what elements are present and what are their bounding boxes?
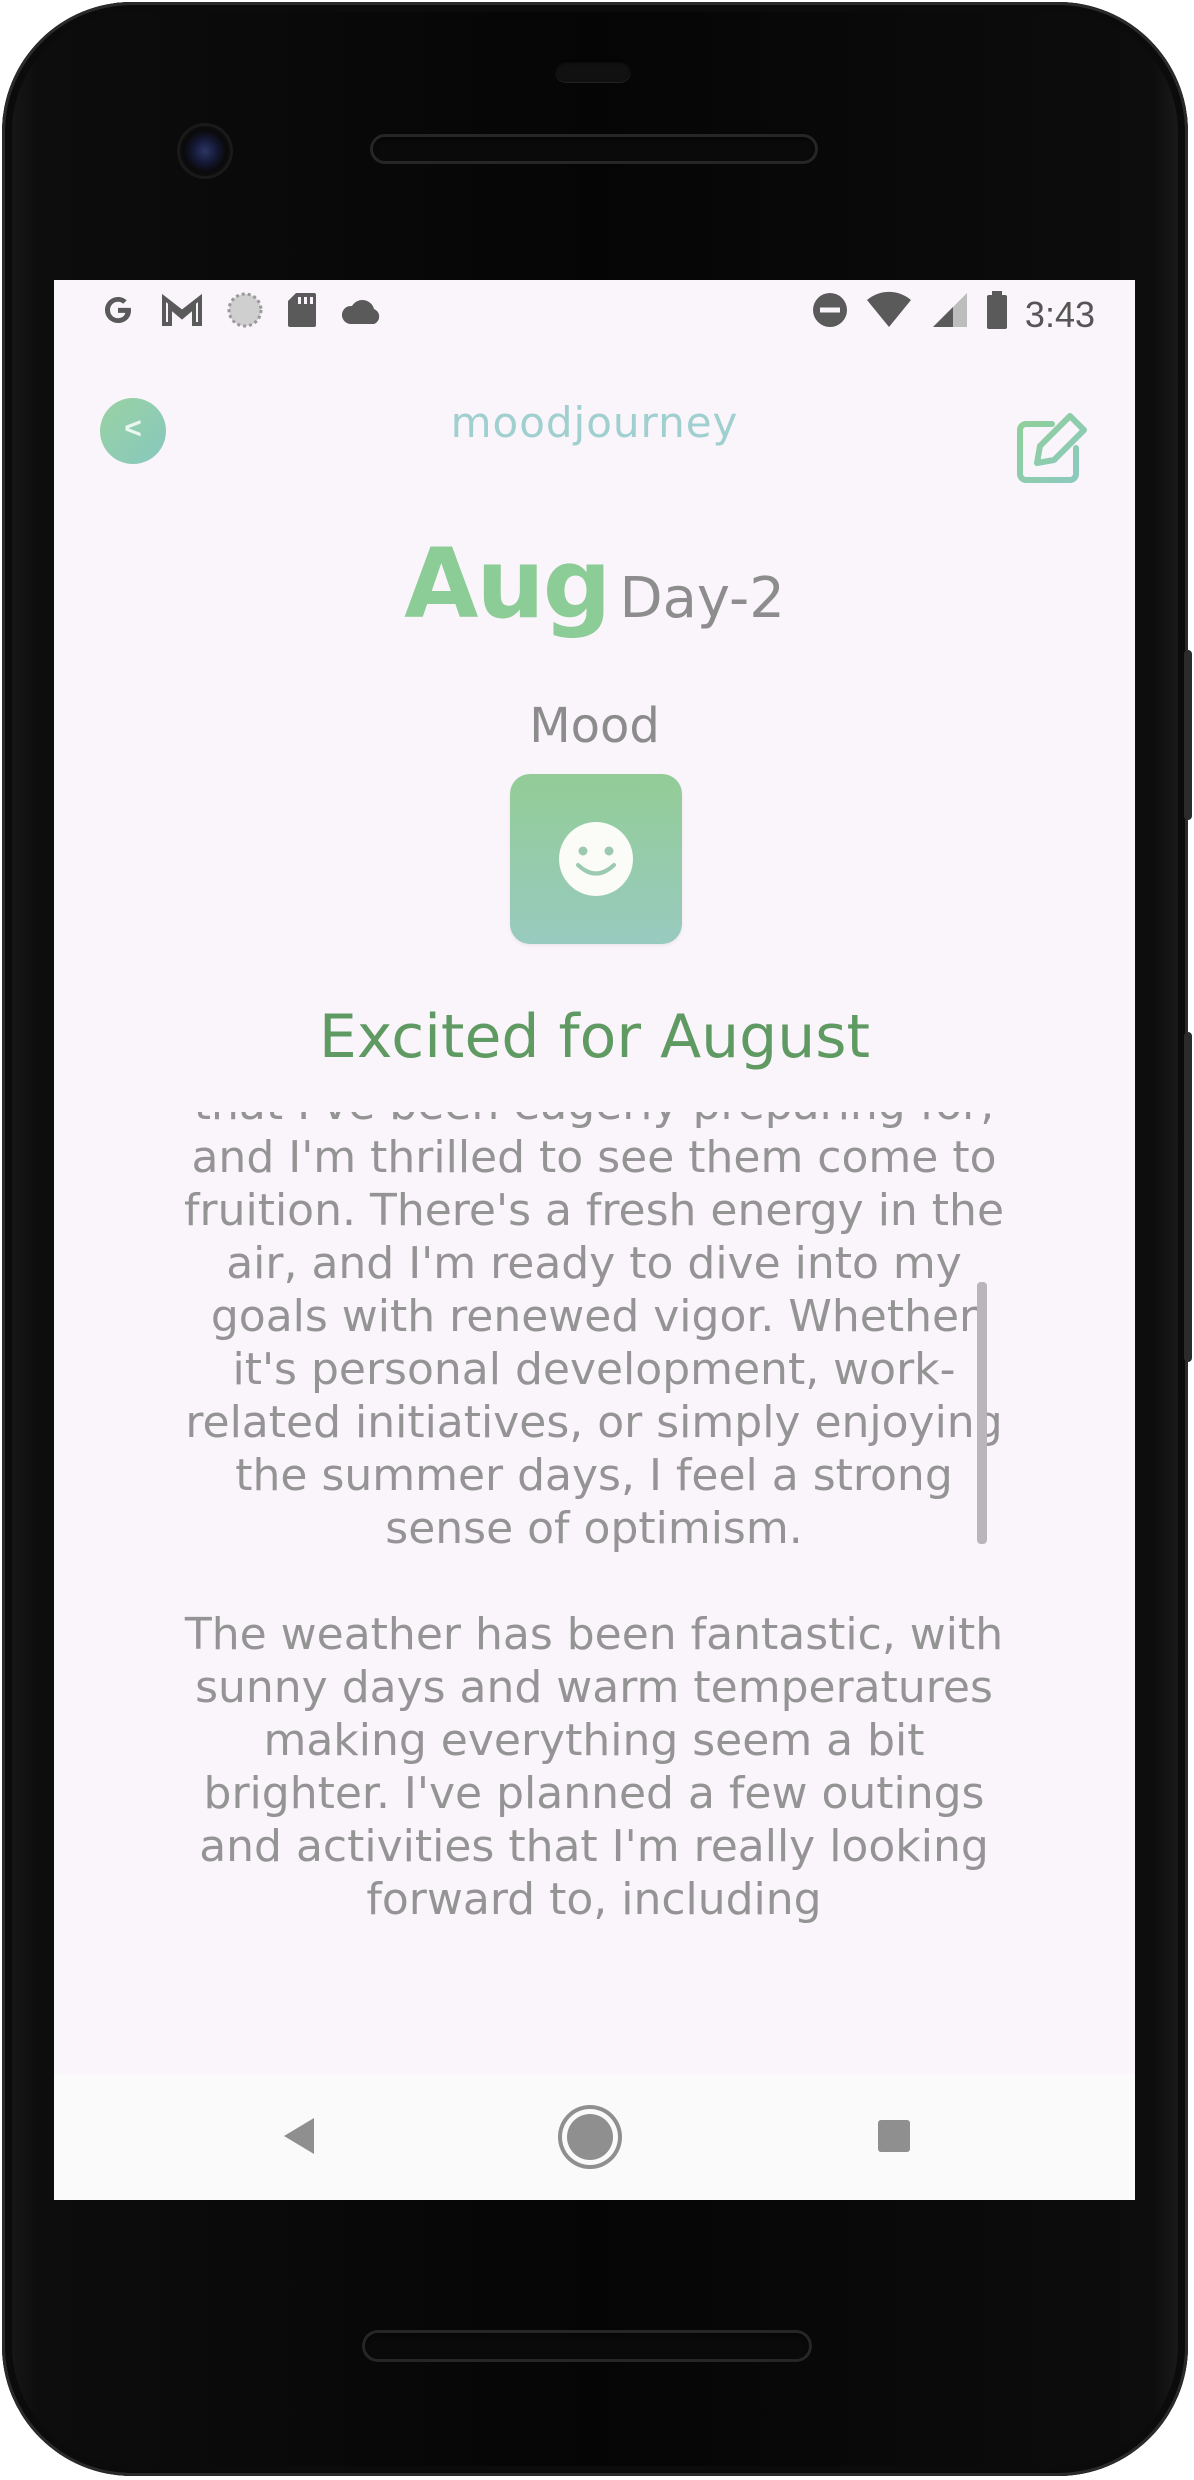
google-icon — [98, 290, 138, 339]
battery-icon — [985, 290, 1009, 339]
mood-label: Mood — [529, 698, 660, 754]
app-logo: moodjourney — [450, 398, 739, 447]
cloud-icon — [340, 294, 384, 336]
mood-tile[interactable] — [510, 774, 682, 944]
status-bar: 3:43 — [54, 280, 1135, 346]
entry-day: Day-2 — [619, 566, 785, 631]
nav-home-icon[interactable] — [567, 2114, 613, 2160]
entry-paragraph: that I've been eagerly preparing for, an… — [184, 1112, 1004, 1554]
sd-card-icon — [286, 291, 318, 338]
nav-recents-icon[interactable] — [878, 2120, 910, 2152]
volume-button — [1184, 1032, 1192, 1362]
edit-icon[interactable] — [1012, 410, 1090, 488]
screen: 3:43 < moodjourney Aug Day-2 Mood Excite… — [54, 280, 1135, 2200]
clock-time: 3:43 — [1024, 293, 1095, 335]
phone-frame: 3:43 < moodjourney Aug Day-2 Mood Excite… — [2, 2, 1192, 2476]
top-speaker — [370, 134, 818, 164]
scrollbar[interactable] — [977, 1282, 987, 1544]
system-nav-bar — [54, 2074, 1135, 2200]
nav-back-icon[interactable] — [282, 2116, 316, 2161]
entry-month: Aug — [404, 528, 611, 640]
sync-icon — [226, 291, 264, 338]
entry-body[interactable]: that I've been eagerly preparing for, an… — [184, 1112, 1004, 1962]
bottom-speaker — [362, 2330, 812, 2362]
top-sensor — [555, 60, 631, 82]
power-button — [1184, 650, 1192, 820]
entry-date: Aug Day-2 — [54, 528, 1135, 640]
smiley-icon — [559, 822, 633, 896]
gmail-icon — [160, 292, 204, 337]
do-not-disturb-icon — [811, 291, 849, 338]
front-camera — [180, 126, 230, 176]
entry-title: Excited for August — [318, 1002, 871, 1072]
signal-icon — [929, 291, 969, 338]
entry-paragraph: The weather has been fantastic, with sun… — [184, 1609, 1004, 1925]
wifi-icon — [865, 291, 913, 338]
